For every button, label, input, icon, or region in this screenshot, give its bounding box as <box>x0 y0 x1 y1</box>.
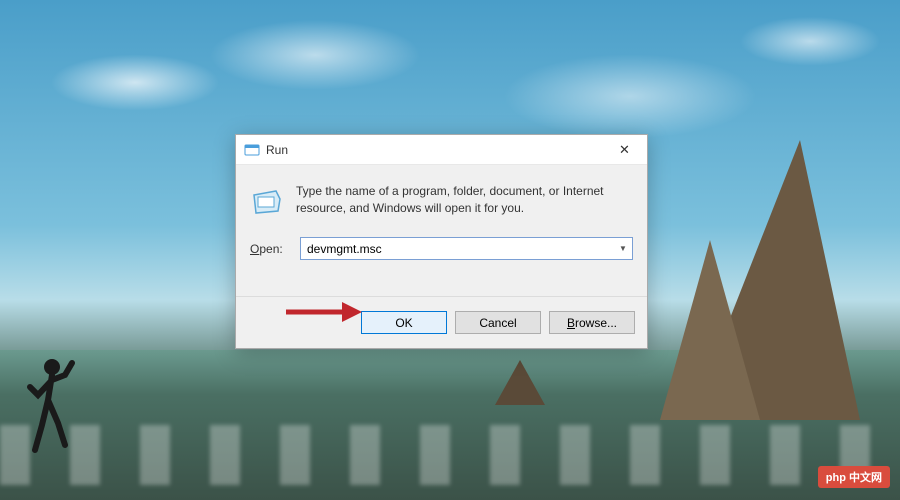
browse-button[interactable]: Browse... <box>549 311 635 334</box>
run-dialog: Run ✕ Type the name of a program, folder… <box>235 134 648 349</box>
run-program-icon <box>250 185 284 219</box>
desktop-background-rock <box>495 360 545 405</box>
desktop-background-rock <box>660 240 760 420</box>
desktop-background-runner <box>20 355 80 465</box>
close-icon: ✕ <box>619 142 630 158</box>
dialog-title: Run <box>266 143 602 157</box>
dialog-description: Type the name of a program, folder, docu… <box>296 183 633 219</box>
open-label: Open: <box>250 242 290 256</box>
cancel-button[interactable]: Cancel <box>455 311 541 334</box>
button-row: OK Cancel Browse... <box>236 296 647 348</box>
open-input[interactable] <box>301 238 614 259</box>
close-button[interactable]: ✕ <box>602 135 647 165</box>
chevron-down-icon[interactable]: ▼ <box>614 238 632 259</box>
titlebar[interactable]: Run ✕ <box>236 135 647 165</box>
watermark-badge: php 中文网 <box>818 466 890 488</box>
ok-button[interactable]: OK <box>361 311 447 334</box>
run-dialog-icon <box>244 142 260 158</box>
dialog-body: Type the name of a program, folder, docu… <box>236 165 647 296</box>
open-combobox[interactable]: ▼ <box>300 237 633 260</box>
